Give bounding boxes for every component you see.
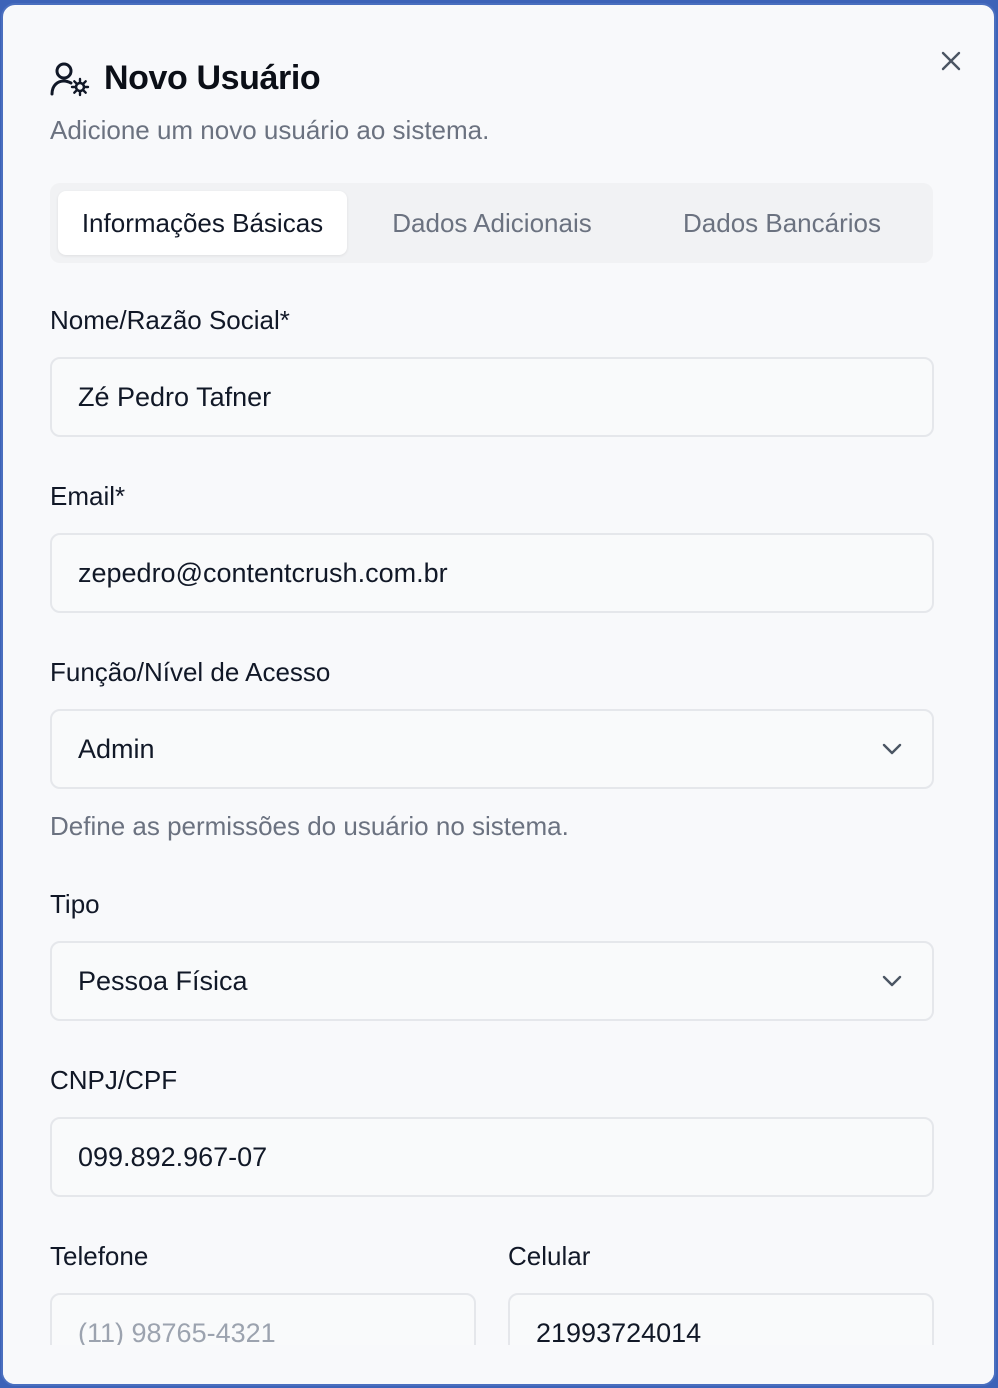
role-select[interactable]: Admin — [50, 709, 934, 789]
name-input-value: Zé Pedro Tafner — [78, 381, 272, 412]
scroll-clip-area — [3, 1345, 994, 1384]
tab-list: Informações Básicas Dados Adicionais Dad… — [50, 183, 933, 263]
user-cog-icon — [50, 62, 90, 96]
chevron-down-icon — [880, 737, 904, 761]
mobile-label: Celular — [508, 1241, 591, 1271]
mobile-input-value: 21993724014 — [536, 1317, 702, 1348]
phone-input-placeholder: (11) 98765-4321 — [78, 1317, 276, 1348]
tab-basic-info[interactable]: Informações Básicas — [58, 191, 347, 255]
dialog-title: Novo Usuário — [104, 59, 321, 97]
type-select-value: Pessoa Física — [78, 965, 248, 996]
close-button[interactable] — [933, 43, 969, 79]
new-user-dialog: Novo Usuário Adicione um novo usuário ao… — [1, 3, 996, 1386]
name-label: Nome/Razão Social* — [50, 305, 290, 335]
role-label: Função/Nível de Acesso — [50, 657, 331, 687]
dialog-subtitle: Adicione um novo usuário ao sistema. — [50, 115, 490, 145]
role-help-text: Define as permissões do usuário no siste… — [50, 811, 569, 841]
email-input[interactable]: zepedro@contentcrush.com.br — [50, 533, 934, 613]
document-input-value: 099.892.967-07 — [78, 1141, 268, 1172]
type-label: Tipo — [50, 889, 100, 919]
tab-bank-data[interactable]: Dados Bancários — [648, 191, 916, 255]
email-label: Email* — [50, 481, 126, 511]
type-select[interactable]: Pessoa Física — [50, 941, 934, 1021]
email-input-value: zepedro@contentcrush.com.br — [78, 557, 448, 588]
chevron-down-icon — [880, 969, 904, 993]
name-input[interactable]: Zé Pedro Tafner — [50, 357, 934, 437]
role-select-value: Admin — [78, 733, 155, 764]
document-label: CNPJ/CPF — [50, 1065, 178, 1095]
document-input[interactable]: 099.892.967-07 — [50, 1117, 934, 1197]
dialog-header: Novo Usuário — [50, 59, 321, 98]
tab-additional-data[interactable]: Dados Adicionais — [360, 191, 624, 255]
phone-label: Telefone — [50, 1241, 149, 1271]
close-icon — [941, 51, 961, 71]
